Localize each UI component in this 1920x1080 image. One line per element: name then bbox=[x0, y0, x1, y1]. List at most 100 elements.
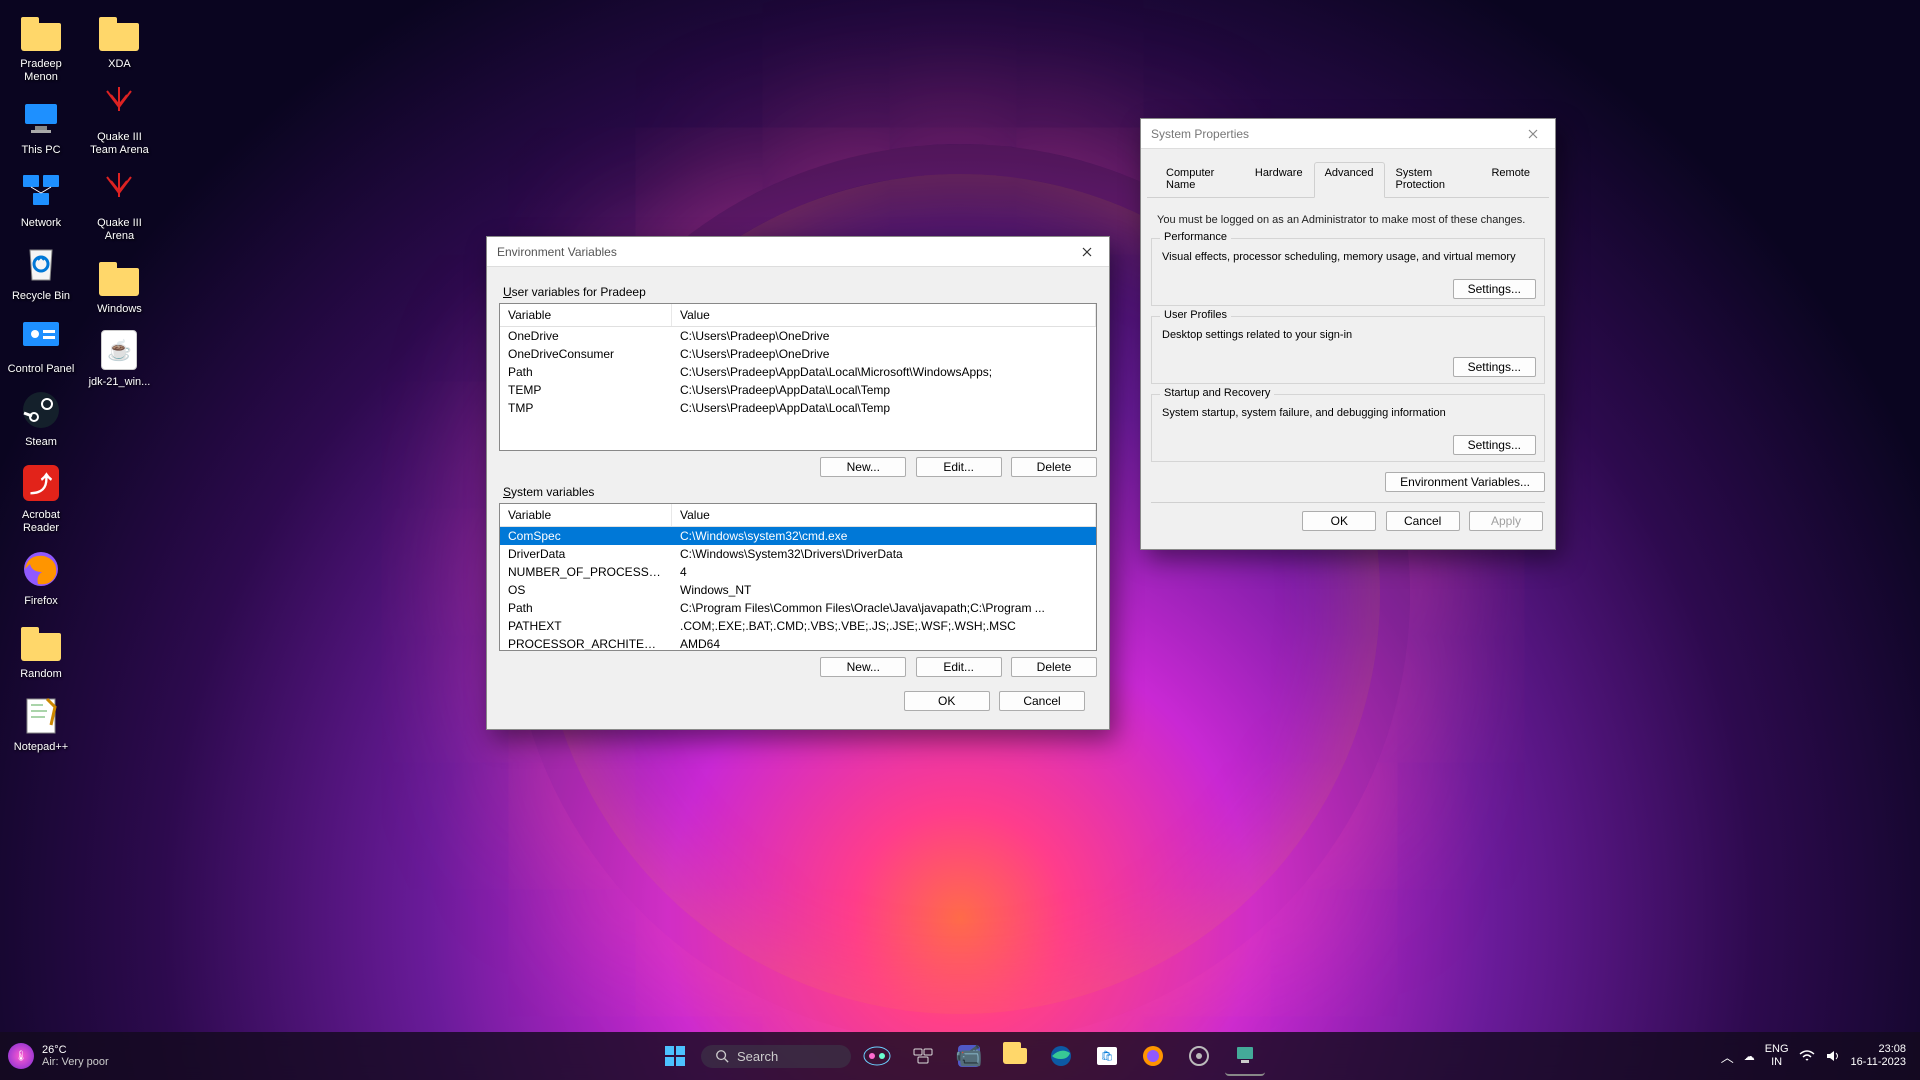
user-vars-list[interactable]: Variable Value OneDriveC:\Users\Pradeep\… bbox=[499, 303, 1097, 451]
store-icon[interactable]: 🛍 bbox=[1087, 1036, 1127, 1076]
desktop-icon[interactable]: ⤴Acrobat Reader bbox=[4, 459, 78, 535]
sys-new-button[interactable]: New... bbox=[820, 657, 906, 677]
desktop-icon[interactable]: Network bbox=[4, 167, 78, 230]
desktop-icon[interactable]: Quake III Team Arena bbox=[82, 81, 156, 157]
desktop-icon[interactable]: XDA bbox=[82, 8, 156, 71]
table-row[interactable]: TEMPC:\Users\Pradeep\AppData\Local\Temp bbox=[500, 381, 1096, 399]
tab-remote[interactable]: Remote bbox=[1480, 162, 1541, 198]
teams-icon[interactable]: 📹 bbox=[949, 1036, 989, 1076]
tab-system-protection[interactable]: System Protection bbox=[1385, 162, 1481, 198]
java-icon: ☕ bbox=[95, 326, 143, 374]
icon-label: Steam bbox=[4, 436, 78, 449]
sysprops-taskbar-icon[interactable] bbox=[1225, 1036, 1265, 1076]
var-value: AMD64 bbox=[672, 636, 1096, 651]
file-explorer-icon[interactable] bbox=[995, 1036, 1035, 1076]
close-icon[interactable] bbox=[1511, 119, 1555, 149]
table-row[interactable]: NUMBER_OF_PROCESSORS4 bbox=[500, 563, 1096, 581]
env-vars-button[interactable]: Environment Variables... bbox=[1385, 472, 1545, 492]
desktop-icon[interactable]: Steam bbox=[4, 386, 78, 449]
icon-label: Acrobat Reader bbox=[4, 509, 78, 535]
tab-computer-name[interactable]: Computer Name bbox=[1155, 162, 1244, 198]
volume-icon[interactable] bbox=[1825, 1049, 1841, 1063]
table-row[interactable]: PathC:\Program Files\Common Files\Oracle… bbox=[500, 599, 1096, 617]
sp-cancel-button[interactable]: Cancel bbox=[1386, 511, 1460, 531]
desktop-icon[interactable]: Random bbox=[4, 618, 78, 681]
col-variable[interactable]: Variable bbox=[500, 504, 672, 526]
firefox-icon bbox=[17, 545, 65, 593]
acrobat-icon: ⤴ bbox=[17, 459, 65, 507]
sp-apply-button[interactable]: Apply bbox=[1469, 511, 1543, 531]
var-value: C:\Users\Pradeep\OneDrive bbox=[672, 328, 1096, 344]
env-title: Environment Variables bbox=[497, 245, 617, 259]
desktop-icon[interactable]: ☕ jdk-21_win... bbox=[82, 326, 156, 389]
table-row[interactable]: ComSpecC:\Windows\system32\cmd.exe bbox=[500, 527, 1096, 545]
start-button[interactable] bbox=[655, 1036, 695, 1076]
table-row[interactable]: TMPC:\Users\Pradeep\AppData\Local\Temp bbox=[500, 399, 1096, 417]
var-name: OneDriveConsumer bbox=[500, 346, 672, 362]
weather-desc: Air: Very poor bbox=[42, 1056, 109, 1068]
tab-advanced[interactable]: Advanced bbox=[1314, 162, 1385, 198]
startup-recovery-group: Startup and Recovery System startup, sys… bbox=[1151, 394, 1545, 462]
cpl-icon bbox=[17, 313, 65, 361]
desktop-icon[interactable]: Notepad++ bbox=[4, 691, 78, 754]
desktop-icon[interactable]: This PC bbox=[4, 94, 78, 157]
sys-edit-button[interactable]: Edit... bbox=[916, 657, 1002, 677]
tab-hardware[interactable]: Hardware bbox=[1244, 162, 1314, 198]
wifi-icon[interactable] bbox=[1799, 1050, 1815, 1062]
table-row[interactable]: OneDriveC:\Users\Pradeep\OneDrive bbox=[500, 327, 1096, 345]
table-row[interactable]: PathC:\Users\Pradeep\AppData\Local\Micro… bbox=[500, 363, 1096, 381]
table-row[interactable]: PROCESSOR_ARCHITECTUREAMD64 bbox=[500, 635, 1096, 651]
clock[interactable]: 23:08 16-11-2023 bbox=[1851, 1043, 1906, 1069]
sys-vars-list[interactable]: Variable Value ComSpecC:\Windows\system3… bbox=[499, 503, 1097, 651]
desktop-icon[interactable]: Control Panel bbox=[4, 313, 78, 376]
table-row[interactable]: OneDriveConsumerC:\Users\Pradeep\OneDriv… bbox=[500, 345, 1096, 363]
close-icon[interactable] bbox=[1065, 237, 1109, 267]
table-row[interactable]: OSWindows_NT bbox=[500, 581, 1096, 599]
var-name: PATHEXT bbox=[500, 618, 672, 634]
tray-chevron-icon[interactable]: ︿ bbox=[1721, 1047, 1734, 1066]
up-settings-button[interactable]: Settings... bbox=[1453, 357, 1536, 377]
admin-note: You must be logged on as an Administrato… bbox=[1151, 204, 1545, 232]
search-placeholder: Search bbox=[737, 1049, 778, 1064]
settings-taskbar-icon[interactable] bbox=[1179, 1036, 1219, 1076]
edge-icon[interactable] bbox=[1041, 1036, 1081, 1076]
language-indicator[interactable]: ENG IN bbox=[1765, 1043, 1789, 1069]
col-value[interactable]: Value bbox=[672, 504, 1096, 526]
perf-desc: Visual effects, processor scheduling, me… bbox=[1162, 251, 1534, 263]
env-ok-button[interactable]: OK bbox=[904, 691, 990, 711]
col-value[interactable]: Value bbox=[672, 304, 1096, 326]
sp-titlebar[interactable]: System Properties bbox=[1141, 119, 1555, 149]
table-row[interactable]: DriverDataC:\Windows\System32\Drivers\Dr… bbox=[500, 545, 1096, 563]
user-delete-button[interactable]: Delete bbox=[1011, 457, 1097, 477]
perf-settings-button[interactable]: Settings... bbox=[1453, 279, 1536, 299]
desktop-icon[interactable]: Windows bbox=[82, 253, 156, 316]
list-header: Variable Value bbox=[500, 304, 1096, 327]
var-value: 4 bbox=[672, 564, 1096, 580]
col-variable[interactable]: Variable bbox=[500, 304, 672, 326]
quake-icon bbox=[95, 81, 143, 129]
firefox-taskbar-icon[interactable] bbox=[1133, 1036, 1173, 1076]
user-new-button[interactable]: New... bbox=[820, 457, 906, 477]
icon-label: Network bbox=[4, 217, 78, 230]
system-properties-dialog: System Properties Computer NameHardwareA… bbox=[1140, 118, 1556, 550]
desktop-icon[interactable]: Pradeep Menon bbox=[4, 8, 78, 84]
user-edit-button[interactable]: Edit... bbox=[916, 457, 1002, 477]
desktop-icon[interactable]: Recycle Bin bbox=[4, 240, 78, 303]
taskbar-search[interactable]: Search bbox=[701, 1045, 851, 1068]
desktop-icon[interactable]: Quake III Arena bbox=[82, 167, 156, 243]
folder-icon bbox=[95, 253, 143, 301]
copilot-icon[interactable] bbox=[857, 1036, 897, 1076]
icon-label: jdk-21_win... bbox=[82, 376, 156, 389]
env-titlebar[interactable]: Environment Variables bbox=[487, 237, 1109, 267]
folder-icon bbox=[17, 8, 65, 56]
onedrive-tray-icon[interactable]: ☁ bbox=[1744, 1050, 1755, 1063]
var-value: C:\Users\Pradeep\AppData\Local\Microsoft… bbox=[672, 364, 1096, 380]
sr-settings-button[interactable]: Settings... bbox=[1453, 435, 1536, 455]
task-view-icon[interactable] bbox=[903, 1036, 943, 1076]
sys-delete-button[interactable]: Delete bbox=[1011, 657, 1097, 677]
desktop-icon[interactable]: Firefox bbox=[4, 545, 78, 608]
weather-widget[interactable]: 🌡 26°C Air: Very poor bbox=[8, 1043, 109, 1069]
env-cancel-button[interactable]: Cancel bbox=[999, 691, 1085, 711]
sp-ok-button[interactable]: OK bbox=[1302, 511, 1376, 531]
table-row[interactable]: PATHEXT.COM;.EXE;.BAT;.CMD;.VBS;.VBE;.JS… bbox=[500, 617, 1096, 635]
